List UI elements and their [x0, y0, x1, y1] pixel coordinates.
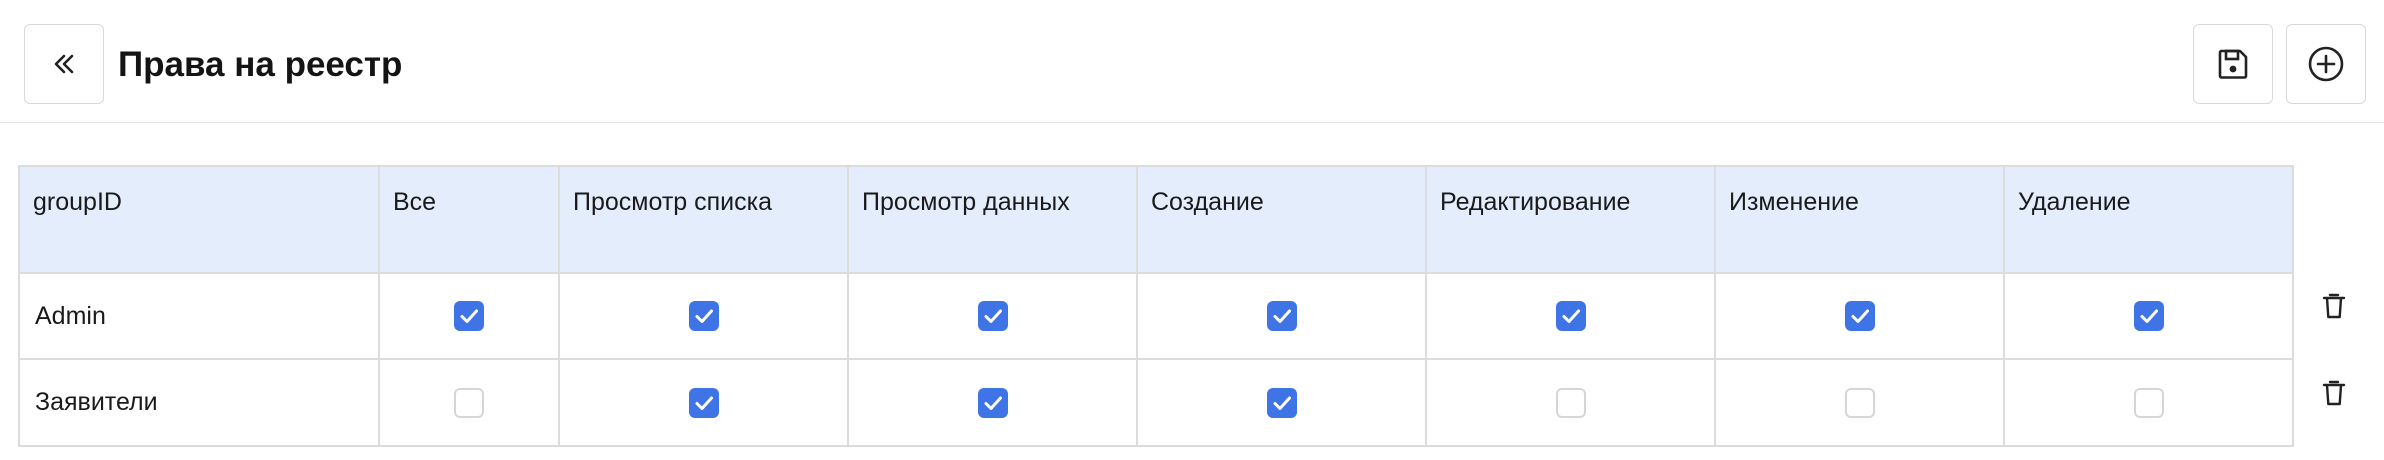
trash-icon	[2322, 380, 2346, 406]
double-chevron-left-icon	[54, 54, 74, 74]
permission-checkbox[interactable]	[977, 387, 1008, 418]
group-name-cell: Заявители	[18, 358, 380, 447]
save-icon	[2218, 49, 2248, 79]
permission-checkbox[interactable]	[454, 387, 484, 418]
column-header-view-data: Просмотр данных	[847, 165, 1138, 274]
column-header-delete: Удаление	[2003, 165, 2294, 274]
permission-checkbox[interactable]	[977, 301, 1008, 332]
permission-checkbox[interactable]	[1266, 387, 1297, 418]
column-header-create: Создание	[1136, 165, 1427, 274]
back-button[interactable]	[24, 24, 104, 104]
group-name-cell: Admin	[18, 272, 380, 360]
permission-checkbox[interactable]	[1844, 301, 1875, 332]
delete-row-button[interactable]	[2320, 290, 2348, 322]
permission-checkbox[interactable]	[688, 387, 719, 418]
permission-checkbox[interactable]	[454, 301, 484, 332]
table-header-row: groupID Все Просмотр списка Просмотр дан…	[18, 165, 2294, 274]
delete-row-button[interactable]	[2320, 377, 2348, 409]
column-header-view-list: Просмотр списка	[558, 165, 849, 274]
column-header-groupid: groupID	[18, 165, 380, 274]
permission-checkbox[interactable]	[688, 301, 719, 332]
permission-checkbox[interactable]	[2133, 301, 2164, 332]
table-row: Заявители	[18, 358, 2294, 447]
trash-icon	[2322, 293, 2346, 319]
permission-checkbox[interactable]	[2133, 387, 2164, 418]
save-button[interactable]	[2193, 24, 2273, 104]
permission-checkbox[interactable]	[1555, 301, 1586, 332]
column-header-edit: Редактирование	[1425, 165, 1716, 274]
page-header: Права на реестр	[0, 0, 2384, 123]
plus-circle-icon	[2308, 46, 2344, 82]
page-title: Права на реестр	[118, 45, 403, 84]
column-header-all: Все	[378, 165, 560, 274]
column-header-change: Изменение	[1714, 165, 2005, 274]
permission-checkbox[interactable]	[1555, 387, 1586, 418]
add-button[interactable]	[2286, 24, 2366, 104]
permissions-table: groupID Все Просмотр списка Просмотр дан…	[18, 165, 2294, 447]
permission-checkbox[interactable]	[1844, 387, 1875, 418]
permission-checkbox[interactable]	[1266, 301, 1297, 332]
table-row: Admin	[18, 272, 2294, 360]
